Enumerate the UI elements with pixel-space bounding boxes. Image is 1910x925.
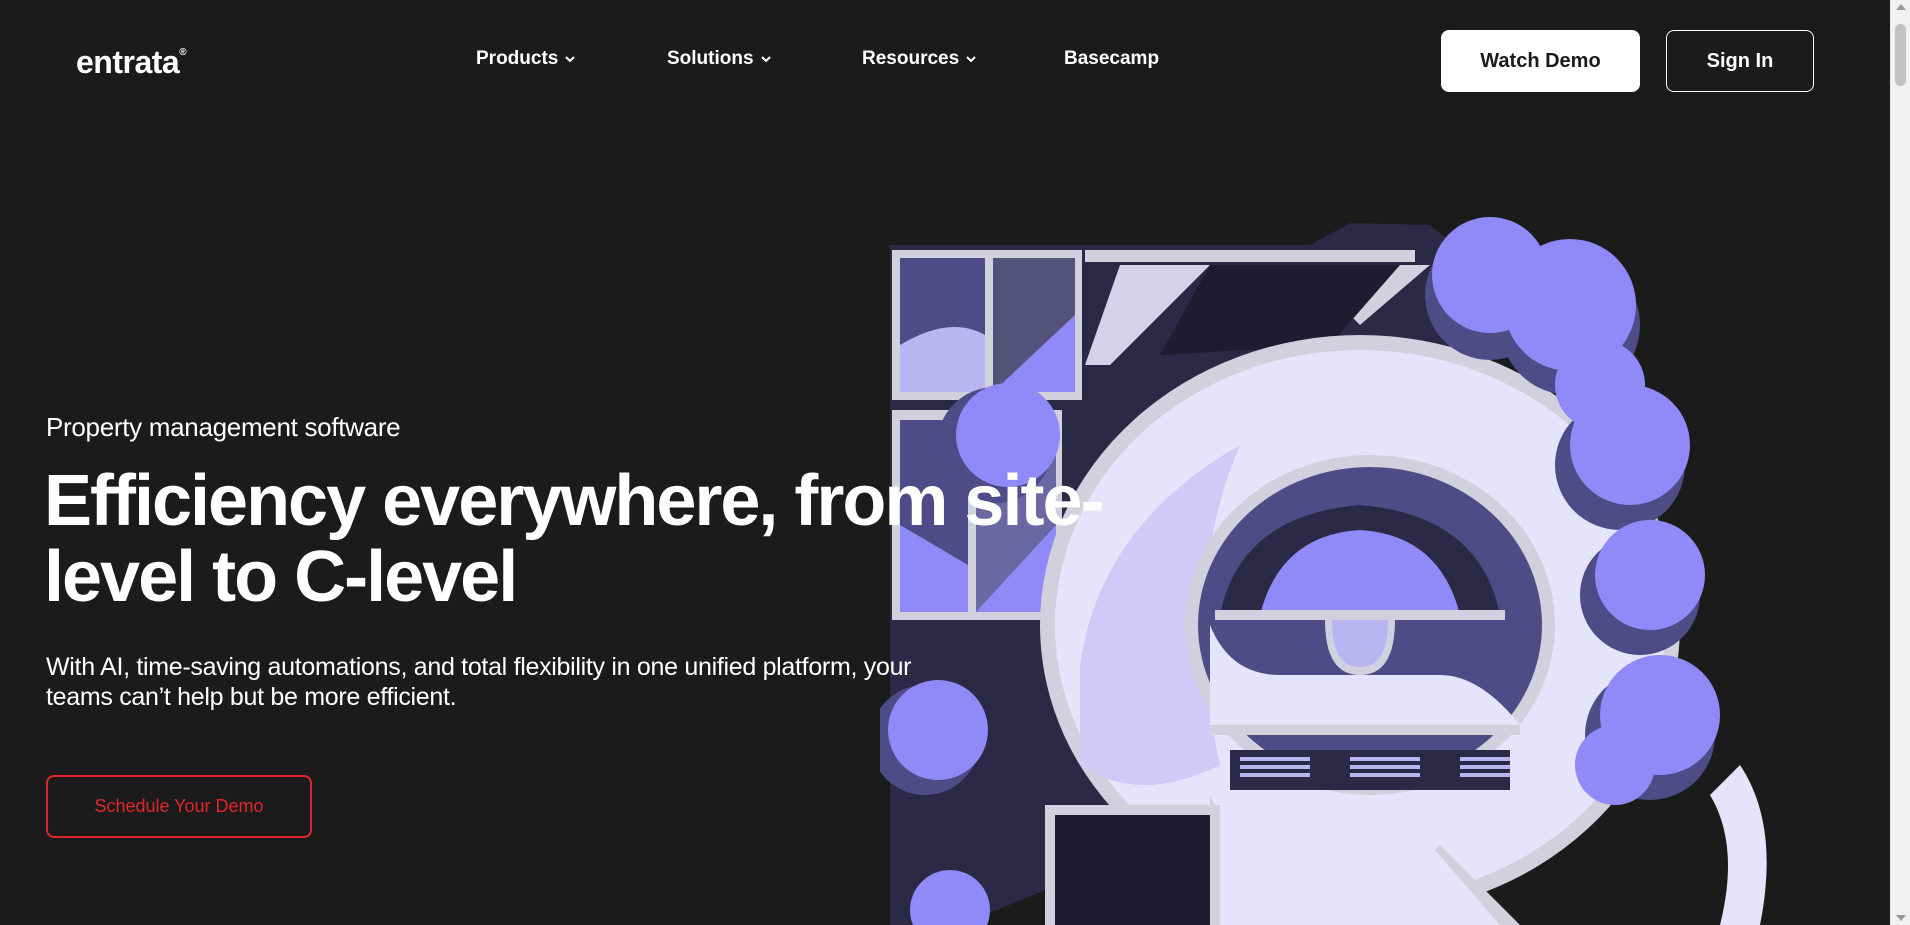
site-header: entrata® Products Solutions Resources Ba… bbox=[0, 0, 1890, 122]
nav-basecamp-label: Basecamp bbox=[1064, 48, 1160, 69]
schedule-demo-button[interactable]: Schedule Your Demo bbox=[46, 775, 312, 838]
nav-resources[interactable]: Resources bbox=[862, 48, 977, 70]
nav-products-label: Products bbox=[476, 48, 559, 69]
scroll-up-arrow-icon[interactable] bbox=[1896, 4, 1906, 10]
hero-headline-line-2: level to C-level bbox=[44, 537, 518, 617]
scroll-down-arrow-icon[interactable] bbox=[1896, 915, 1906, 921]
chevron-down-icon bbox=[966, 56, 976, 63]
hero-headline: Efficiency everywhere, from site- level … bbox=[44, 463, 1184, 615]
chevron-down-icon bbox=[565, 56, 576, 63]
sign-in-button[interactable]: Sign In bbox=[1666, 30, 1814, 92]
registered-mark: ® bbox=[179, 47, 187, 59]
nav-products[interactable]: Products bbox=[476, 48, 576, 70]
chevron-down-icon bbox=[760, 56, 771, 63]
hero-subtext-line-1: With AI, time-saving automations, and to… bbox=[46, 653, 912, 681]
hero-headline-line-1: Efficiency everywhere, from site- bbox=[44, 461, 1104, 541]
hero-subtext: With AI, time-saving automations, and to… bbox=[46, 652, 996, 712]
nav-solutions-label: Solutions bbox=[667, 48, 754, 69]
hero-subtext-line-2: teams can’t help but be more efficient. bbox=[46, 683, 457, 711]
hero-eyebrow: Property management software bbox=[46, 412, 401, 442]
entrata-logo[interactable]: entrata® bbox=[76, 44, 187, 81]
nav-solutions[interactable]: Solutions bbox=[667, 48, 772, 70]
scrollbar-thumb[interactable] bbox=[1895, 24, 1906, 86]
nav-basecamp[interactable]: Basecamp bbox=[1064, 48, 1159, 70]
logo-text: entrata bbox=[76, 44, 180, 80]
page: entrata® Products Solutions Resources Ba… bbox=[0, 0, 1890, 925]
nav-resources-label: Resources bbox=[862, 48, 960, 69]
vertical-scrollbar[interactable] bbox=[1890, 0, 1910, 925]
watch-demo-button[interactable]: Watch Demo bbox=[1441, 30, 1640, 92]
